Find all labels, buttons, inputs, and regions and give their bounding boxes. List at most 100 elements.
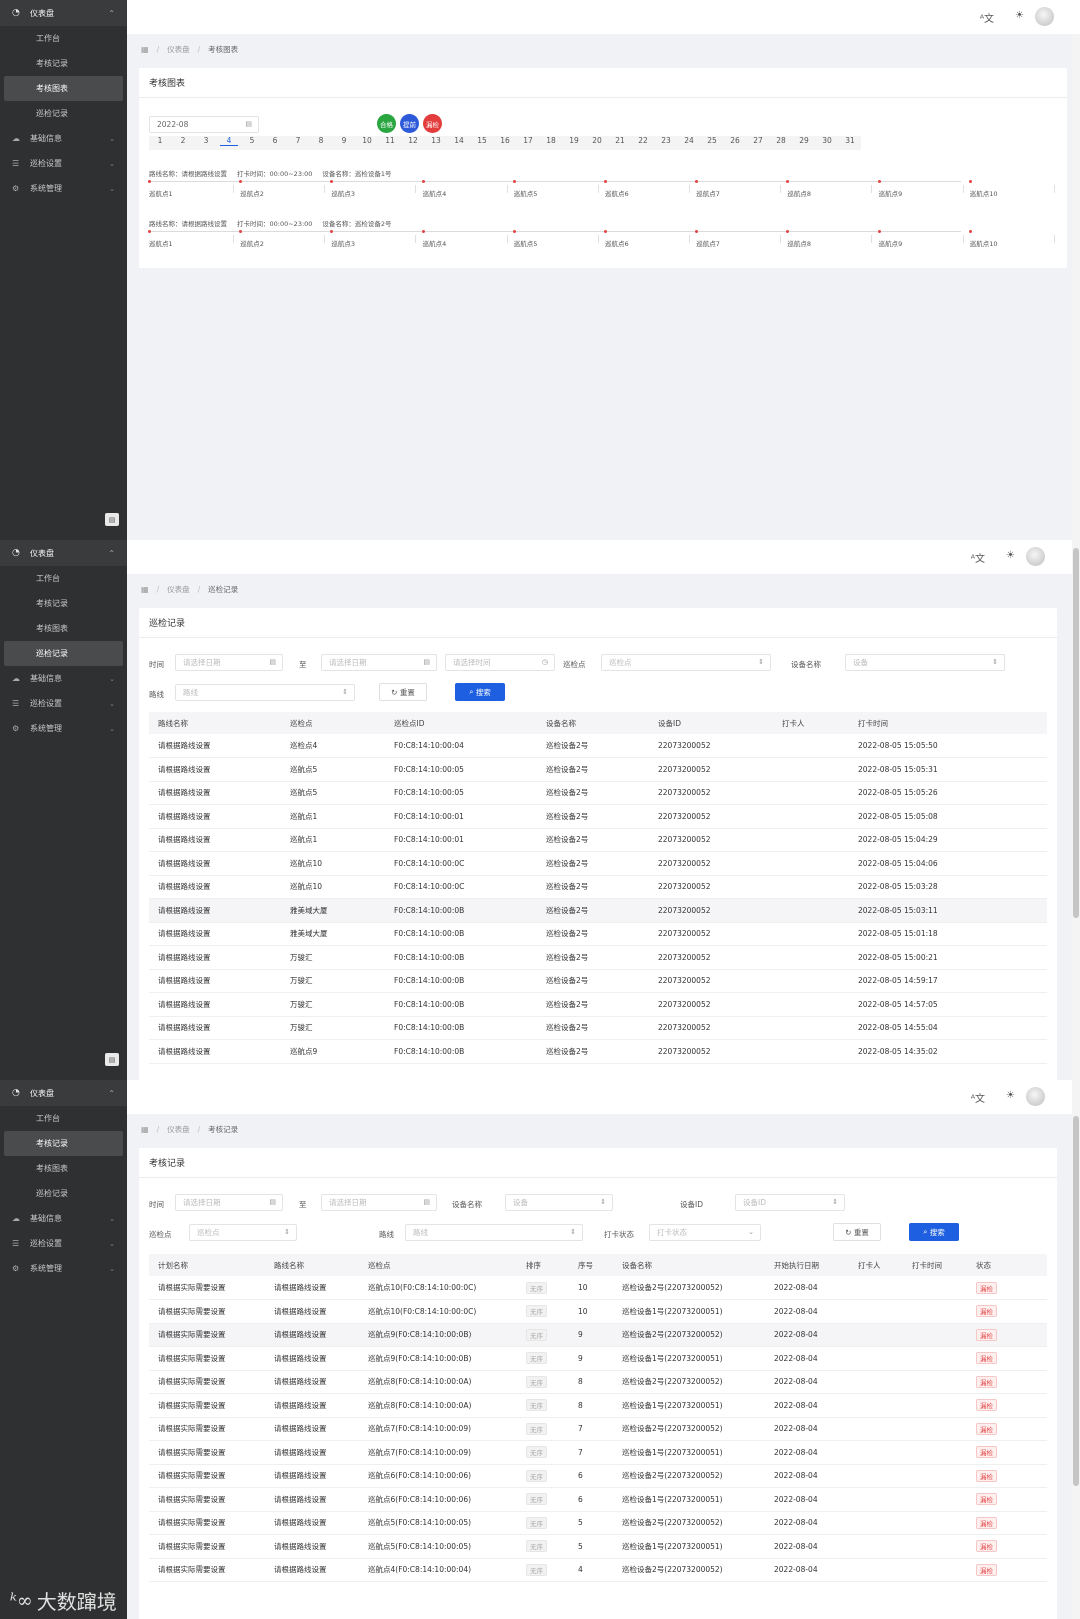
day-14[interactable]: 14 xyxy=(450,136,468,145)
route-point-marker[interactable] xyxy=(239,230,243,233)
menu-basic-info[interactable]: ☁ 基础信息 ⌄ xyxy=(0,126,127,151)
table-row[interactable]: 请根据路线设置 万骏汇 F0:C8:14:10:00:0B 巡检设备2号 2207320… xyxy=(149,992,1047,1017)
day-21[interactable]: 21 xyxy=(611,136,629,145)
menu-patrol-settings[interactable]: ☰ 巡检设置 ⌄ xyxy=(0,691,127,716)
day-10[interactable]: 10 xyxy=(358,136,376,145)
menu-patrol-settings[interactable]: ☰ 巡检设置 ⌄ xyxy=(0,151,127,176)
sidebar-item-assessment-chart[interactable]: 考核图表 xyxy=(4,616,123,641)
menu-dashboard[interactable]: ◔ 仪表盘 ⌃ xyxy=(0,540,127,566)
day-6[interactable]: 6 xyxy=(266,136,284,145)
day-13[interactable]: 13 xyxy=(427,136,445,145)
collapse-sidebar-button[interactable]: ▤ xyxy=(105,1053,119,1066)
point-select[interactable]: 巡检点 ⇕ xyxy=(601,654,771,671)
table-row[interactable]: 请根据路线设置 万骏汇 F0:C8:14:10:00:0B 巡检设备2号 2207320… xyxy=(149,945,1047,970)
route-point-marker[interactable] xyxy=(421,180,425,183)
day-18[interactable]: 18 xyxy=(542,136,560,145)
day-2[interactable]: 2 xyxy=(174,136,192,145)
sidebar-item-workbench[interactable]: 工作台 xyxy=(4,1106,123,1131)
device-id-select[interactable]: 设备ID ⇕ xyxy=(735,1194,845,1211)
table-row[interactable]: 请根据实际需要设置 请根据路线设置 巡航点10(F0:C8:14:10:00:0C)… xyxy=(149,1276,1047,1300)
theme-sun-icon[interactable]: ☀ xyxy=(1006,550,1015,561)
route-point-marker[interactable] xyxy=(148,230,151,233)
search-button[interactable]: ⌕ 搜索 xyxy=(909,1223,959,1241)
table-row[interactable]: 请根据路线设置 巡航点9 F0:C8:14:10:00:0B 巡检设备2号 220732… xyxy=(149,1039,1047,1064)
day-30[interactable]: 30 xyxy=(818,136,836,145)
day-19[interactable]: 19 xyxy=(565,136,583,145)
end-date-input[interactable]: 请选择日期 ▤ xyxy=(321,1194,437,1211)
table-row[interactable]: 请根据路线设置 巡航点10 F0:C8:14:10:00:0C 巡检设备2号 22073… xyxy=(149,875,1047,899)
reset-button[interactable]: ↻ 重置 xyxy=(833,1223,881,1241)
route-point-marker[interactable] xyxy=(330,180,334,183)
scrollbar[interactable] xyxy=(1072,540,1080,1080)
day-31[interactable]: 31 xyxy=(841,136,859,145)
day-11[interactable]: 11 xyxy=(381,136,399,145)
day-24[interactable]: 24 xyxy=(680,136,698,145)
sidebar-item-patrol-records[interactable]: 巡检记录 xyxy=(4,101,123,126)
day-25[interactable]: 25 xyxy=(703,136,721,145)
table-row[interactable]: 请根据路线设置 巡航点5 F0:C8:14:10:00:05 巡检设备2号 220732… xyxy=(149,781,1047,805)
table-row[interactable]: 请根据实际需要设置 请根据路线设置 巡航点8(F0:C8:14:10:00:0A) 无… xyxy=(149,1393,1047,1418)
sidebar-item-workbench[interactable]: 工作台 xyxy=(4,26,123,51)
route-point-marker[interactable] xyxy=(786,180,790,183)
end-date-input[interactable]: 请选择日期 ▤ xyxy=(321,654,437,671)
device-select[interactable]: 设备 ⇕ xyxy=(505,1194,613,1211)
reset-button[interactable]: ↻ 重置 xyxy=(379,683,427,701)
start-date-input[interactable]: 请选择日期 ▤ xyxy=(175,1194,283,1211)
sidebar-item-workbench[interactable]: 工作台 xyxy=(4,566,123,591)
day-17[interactable]: 17 xyxy=(519,136,537,145)
day-7[interactable]: 7 xyxy=(289,136,307,145)
route-point-marker[interactable] xyxy=(512,180,516,183)
translate-icon[interactable]: ᴬ文 xyxy=(971,1090,985,1105)
day-5[interactable]: 5 xyxy=(243,136,261,145)
home-icon[interactable]: ▦ xyxy=(141,1125,149,1134)
sidebar-item-assessment-chart[interactable]: 考核图表 xyxy=(4,1156,123,1181)
time-input[interactable]: 请选择时间 ◷ xyxy=(445,654,555,671)
day-20[interactable]: 20 xyxy=(588,136,606,145)
start-date-input[interactable]: 请选择日期 ▤ xyxy=(175,654,283,671)
table-row[interactable]: 请根据路线设置 巡航点10 F0:C8:14:10:00:0C 巡检设备2号 22073… xyxy=(149,851,1047,876)
sidebar-item-assessment-records[interactable]: 考核记录 xyxy=(4,591,123,616)
day-28[interactable]: 28 xyxy=(772,136,790,145)
menu-basic-info[interactable]: ☁ 基础信息 ⌄ xyxy=(0,1206,127,1231)
sidebar-item-assessment-records[interactable]: 考核记录 xyxy=(4,51,123,76)
sidebar-item-assessment-records[interactable]: 考核记录 xyxy=(4,1131,123,1156)
day-12[interactable]: 12 xyxy=(404,136,422,145)
menu-patrol-settings[interactable]: ☰ 巡检设置 ⌄ xyxy=(0,1231,127,1256)
search-button[interactable]: ⌕ 搜索 xyxy=(455,683,505,701)
day-9[interactable]: 9 xyxy=(335,136,353,145)
translate-icon[interactable]: ᴬ文 xyxy=(980,10,994,25)
table-row[interactable]: 请根据路线设置 雅美域大厦 F0:C8:14:10:00:0B 巡检设备2号 22073… xyxy=(149,922,1047,946)
table-row[interactable]: 请根据实际需要设置 请根据路线设置 巡航点10(F0:C8:14:10:00:0C)… xyxy=(149,1299,1047,1324)
table-row[interactable]: 请根据实际需要设置 请根据路线设置 巡航点5(F0:C8:14:10:00:05) 无… xyxy=(149,1534,1047,1559)
route-point-marker[interactable] xyxy=(695,230,699,233)
day-3[interactable]: 3 xyxy=(197,136,215,145)
table-row[interactable]: 请根据路线设置 巡检点4 F0:C8:14:10:00:04 巡检设备2号 220732… xyxy=(149,734,1047,758)
route-select[interactable]: 路线 ⇕ xyxy=(405,1224,583,1241)
route-point-marker[interactable] xyxy=(786,230,790,233)
table-row[interactable]: 请根据实际需要设置 请根据路线设置 巡航点5(F0:C8:14:10:00:05) 无… xyxy=(149,1511,1047,1535)
table-row[interactable]: 请根据路线设置 巡航点5 F0:C8:14:10:00:05 巡检设备2号 220732… xyxy=(149,757,1047,782)
point-select[interactable]: 巡检点 ⇕ xyxy=(189,1224,297,1241)
day-27[interactable]: 27 xyxy=(749,136,767,145)
menu-dashboard[interactable]: ◔ 仪表盘 ⌃ xyxy=(0,1080,127,1106)
avatar[interactable] xyxy=(1026,547,1045,566)
table-row[interactable]: 请根据实际需要设置 请根据路线设置 巡航点9(F0:C8:14:10:00:0B) 无… xyxy=(149,1346,1047,1371)
device-select[interactable]: 设备 ⇕ xyxy=(845,654,1005,671)
table-row[interactable]: 请根据实际需要设置 请根据路线设置 巡航点7(F0:C8:14:10:00:09) 无… xyxy=(149,1440,1047,1465)
table-row[interactable]: 请根据实际需要设置 请根据路线设置 巡航点9(F0:C8:14:10:00:0B) 无… xyxy=(149,1323,1047,1347)
sidebar-item-patrol-records[interactable]: 巡检记录 xyxy=(4,641,123,666)
day-1[interactable]: 1 xyxy=(151,136,169,145)
menu-system[interactable]: ⚙ 系统管理 ⌄ xyxy=(0,716,127,741)
menu-system[interactable]: ⚙ 系统管理 ⌄ xyxy=(0,176,127,201)
day-16[interactable]: 16 xyxy=(496,136,514,145)
sidebar-item-patrol-records[interactable]: 巡检记录 xyxy=(4,1181,123,1206)
route-point-marker[interactable] xyxy=(604,230,607,233)
day-15[interactable]: 15 xyxy=(473,136,491,145)
table-row[interactable]: 请根据实际需要设置 请根据路线设置 巡航点7(F0:C8:14:10:00:09) 无… xyxy=(149,1417,1047,1441)
theme-sun-icon[interactable]: ☀ xyxy=(1006,1090,1015,1101)
avatar[interactable] xyxy=(1026,1087,1045,1106)
day-29[interactable]: 29 xyxy=(795,136,813,145)
status-select[interactable]: 打卡状态 ⌄ xyxy=(649,1224,761,1241)
home-icon[interactable]: ▦ xyxy=(141,585,149,594)
home-icon[interactable]: ▦ xyxy=(141,45,149,54)
